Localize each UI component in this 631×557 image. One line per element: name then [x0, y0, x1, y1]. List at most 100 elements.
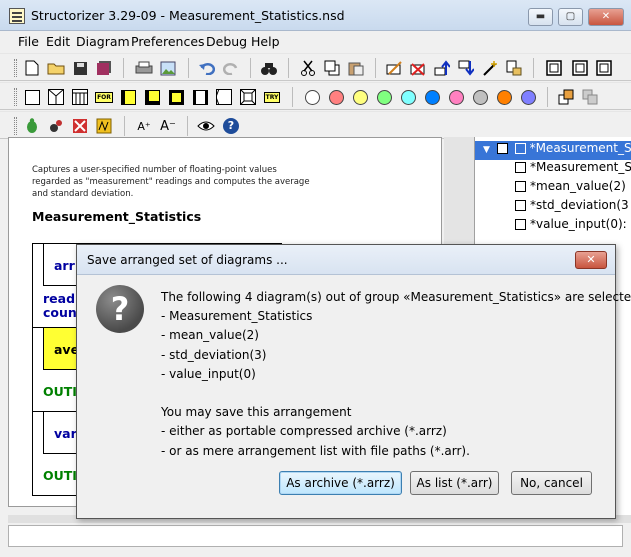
add-try-icon[interactable]: TRY: [262, 87, 282, 107]
color-green-icon[interactable]: [374, 87, 394, 107]
add-call-icon[interactable]: [190, 87, 210, 107]
title-bar: Structorizer 3.29-09 - Measurement_Stati…: [0, 0, 631, 31]
executor-icon[interactable]: [46, 116, 66, 136]
diagram-icon: [515, 162, 526, 173]
add-repeat-loop-icon[interactable]: [142, 87, 162, 107]
window-view-icon[interactable]: [594, 58, 614, 78]
transmute-icon[interactable]: [480, 58, 500, 78]
menu-diagram[interactable]: Diagram: [76, 34, 130, 49]
copy-icon[interactable]: [322, 58, 342, 78]
move-down-icon[interactable]: [456, 58, 476, 78]
add-case-icon[interactable]: [70, 87, 90, 107]
message-line: - value_input(0): [161, 366, 256, 381]
export-picture-icon[interactable]: [158, 58, 178, 78]
font-down-icon[interactable]: A⁻: [158, 116, 178, 136]
open-folder-icon[interactable]: [46, 58, 66, 78]
color-white-icon[interactable]: [302, 87, 322, 107]
message-line: - Measurement_Statistics: [161, 309, 313, 324]
diagram-title[interactable]: Measurement_Statistics: [32, 209, 201, 224]
generator-icon[interactable]: [94, 116, 114, 136]
message-line: - or as mere arrangement list with file …: [161, 443, 470, 458]
font-up-icon[interactable]: A⁺: [134, 116, 154, 136]
delete-element-icon[interactable]: [408, 58, 428, 78]
message-line: - std_deviation(3): [161, 347, 267, 362]
edit-element-icon[interactable]: [384, 58, 404, 78]
question-icon: ?: [96, 285, 144, 333]
nsd-view-icon[interactable]: [544, 58, 564, 78]
color-orange-icon[interactable]: [494, 87, 514, 107]
dialog-title: Save arranged set of diagrams ...: [87, 253, 288, 267]
menu-help[interactable]: Help: [251, 34, 280, 49]
color-red-icon[interactable]: [326, 87, 346, 107]
cancel-button[interactable]: No, cancel: [511, 471, 592, 495]
add-forever-loop-icon[interactable]: [166, 87, 186, 107]
save-all-icon[interactable]: [94, 58, 114, 78]
close-window-button[interactable]: ✕: [588, 8, 624, 26]
tree-expand-icon[interactable]: ▼: [483, 145, 490, 155]
message-line: You may save this arrangement: [161, 405, 352, 420]
new-file-icon[interactable]: [22, 58, 42, 78]
add-parallel-icon[interactable]: [238, 87, 258, 107]
collapse-icon[interactable]: [556, 87, 576, 107]
dialog-message: The following 4 diagram(s) out of group …: [161, 288, 631, 461]
message-line: [161, 384, 611, 403]
frame-view-icon[interactable]: [570, 58, 590, 78]
menu-debug[interactable]: Debug: [206, 34, 247, 49]
diagram-icon: [515, 200, 526, 211]
move-up-icon[interactable]: [432, 58, 452, 78]
window-title: Structorizer 3.29-09 - Measurement_Stati…: [31, 8, 345, 23]
color-blue-icon[interactable]: [422, 87, 442, 107]
analyser-icon[interactable]: [70, 116, 90, 136]
toolbar-tools: A⁺ A⁻ ?: [0, 111, 631, 139]
message-line: - either as portable compressed archive …: [161, 424, 447, 439]
toolbar-elements: FOR TRY: [0, 82, 631, 110]
add-alternative-icon[interactable]: [46, 87, 66, 107]
add-jump-icon[interactable]: [214, 87, 234, 107]
menu-edit[interactable]: Edit: [46, 34, 70, 49]
eye-icon[interactable]: [196, 116, 216, 136]
menu-preferences[interactable]: Preferences: [131, 34, 205, 49]
toolbar-file-edit: [0, 53, 631, 81]
tree-item[interactable]: ▼ *Measurement_S: [475, 141, 631, 160]
color-gray-icon[interactable]: [470, 87, 490, 107]
undo-icon[interactable]: [197, 58, 217, 78]
maximize-button[interactable]: ▢: [558, 8, 583, 26]
dialog-title-bar: Save arranged set of diagrams ... ✕: [77, 245, 615, 275]
minimize-button[interactable]: ▬: [528, 8, 553, 26]
find-icon[interactable]: [259, 58, 279, 78]
diagram-icon: [515, 219, 526, 230]
save-as-list-button[interactable]: As list (*.arr): [410, 471, 499, 495]
about-icon[interactable]: ?: [221, 116, 241, 136]
add-instruction-icon[interactable]: [22, 87, 42, 107]
add-for-loop-icon[interactable]: FOR: [94, 87, 114, 107]
paste-icon[interactable]: [346, 58, 366, 78]
print-icon[interactable]: [134, 58, 154, 78]
color-yellow-icon[interactable]: [350, 87, 370, 107]
menu-file[interactable]: File: [18, 34, 39, 49]
color-violet-icon[interactable]: [518, 87, 538, 107]
cut-icon[interactable]: [298, 58, 318, 78]
redo-icon[interactable]: [221, 58, 241, 78]
tree-item[interactable]: *std_deviation(3: [475, 198, 631, 217]
expand-icon[interactable]: [580, 87, 600, 107]
tree-item[interactable]: *Measurement_S: [475, 160, 631, 179]
diagram-comment: Captures a user-specified number of floa…: [32, 165, 310, 199]
turtle-icon[interactable]: [22, 116, 42, 136]
save-arrangement-dialog: Save arranged set of diagrams ... ✕ ? Th…: [76, 244, 631, 519]
message-line: The following 4 diagram(s) out of group …: [161, 290, 631, 304]
dialog-close-button[interactable]: ✕: [575, 251, 607, 269]
tree-item[interactable]: *value_input(0):: [475, 217, 631, 236]
tree-item[interactable]: *mean_value(2): [475, 179, 631, 198]
color-cyan-icon[interactable]: [398, 87, 418, 107]
diagram-icon: [514, 143, 526, 154]
diagram-icon: [515, 181, 526, 192]
color-pink-icon[interactable]: [446, 87, 466, 107]
save-as-archive-button[interactable]: As archive (*.arrz): [279, 471, 402, 495]
add-while-loop-icon[interactable]: [118, 87, 138, 107]
save-icon[interactable]: [70, 58, 90, 78]
outsource-icon[interactable]: [504, 58, 524, 78]
app-icon: [9, 8, 25, 24]
message-line: - mean_value(2): [161, 328, 259, 343]
group-icon: [496, 143, 508, 154]
menu-bar: File Edit Diagram Preferences Debug Help: [0, 31, 631, 52]
